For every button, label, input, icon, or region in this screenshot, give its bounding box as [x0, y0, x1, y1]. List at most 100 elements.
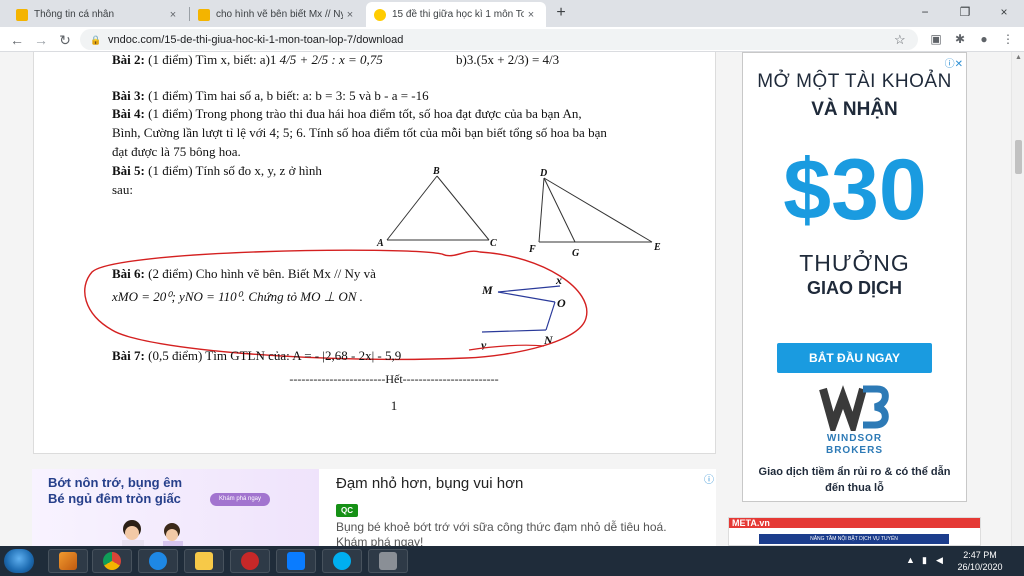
document-page: Bài 2: (1 điểm) Tìm x, biết: a)1 4/5 + 2…: [33, 52, 716, 454]
bai4-text1: (1 điểm) Trong phong trào thi đua hái ho…: [148, 106, 582, 121]
close-tab-icon[interactable]: ×: [343, 9, 357, 21]
battery-icon[interactable]: ▮: [922, 555, 927, 566]
formula-milk-ad[interactable]: Bớt nôn trớ, bụng êm Bé ngủ đêm tròn giấ…: [32, 469, 716, 546]
address-bar[interactable]: 🔒 vndoc.com/15-de-thi-giua-hoc-ki-1-mon-…: [80, 29, 918, 50]
bai2-text: (1 điểm) Tìm x, biết: a)1: [148, 52, 277, 67]
ad-cta-button[interactable]: BẮT ĐẦU NGAY: [777, 343, 932, 373]
bai4-label: Bài 4:: [112, 106, 145, 121]
windsor-brokers-ad[interactable]: ⓘ✕ MỞ MỘT TÀI KHOẢN VÀ NHẬN $30 THƯỞNG G…: [742, 52, 967, 502]
tab-thong-tin-ca-nhan[interactable]: Thông tin cá nhân ×: [8, 2, 188, 27]
bai4-line2: Bình, Cường lần lượt tỉ lệ với 4; 5; 6. …: [112, 125, 607, 140]
end-separator: ------------------------Hết-------------…: [289, 372, 499, 386]
ad-brand-line1: WINDSOR: [826, 433, 883, 444]
banner-line1: Bớt nôn trớ, bụng êm: [48, 475, 183, 490]
start-button[interactable]: [4, 549, 34, 573]
internet-explorer-icon[interactable]: [138, 549, 178, 573]
ad-amount-graphic: $30: [783, 142, 927, 233]
bai5-label: Bài 5:: [112, 163, 145, 178]
children-illustration-icon: [122, 520, 183, 546]
taskbar-clock[interactable]: 2:47 PM 26/10/2020: [955, 549, 1005, 573]
bai7-label: Bài 7:: [112, 348, 145, 363]
bai2-line: Bài 2: (1 điểm) Tìm x, biết: a)1 4/5 + 2…: [112, 52, 559, 68]
minimize-button[interactable]: −: [905, 0, 945, 27]
clock-date: 26/10/2020: [957, 562, 1003, 572]
banner-cta-pill[interactable]: Khám phá ngay: [210, 493, 270, 506]
lock-icon[interactable]: 🔒: [90, 35, 101, 45]
tab-title: cho hình vẽ bên biết Mx // Ny gó: [216, 9, 343, 20]
ad-info-icon[interactable]: ⓘ✕: [945, 55, 963, 70]
close-window-button[interactable]: ×: [984, 0, 1024, 27]
bai2-fraction: 4/5 + 2/5 : x = 0,75: [279, 52, 383, 67]
bai5-line1: Bài 5: (1 điểm) Tính số đo x, y, z ở hìn…: [112, 163, 322, 179]
bai3-label: Bài 3:: [112, 88, 145, 103]
volume-icon[interactable]: ◀: [936, 555, 943, 566]
ad-banner-image[interactable]: Bớt nôn trớ, bụng êm Bé ngủ đêm tròn giấ…: [32, 469, 319, 546]
scroll-thumb[interactable]: [1015, 140, 1022, 174]
reload-button[interactable]: ↻: [56, 31, 74, 49]
ad-brand-line2: BROKERS: [825, 445, 883, 456]
hoc247-favicon-icon: [198, 8, 210, 21]
bookmark-star-icon[interactable]: ☆: [894, 32, 910, 48]
skype-icon[interactable]: [322, 549, 362, 573]
vndoc-favicon-icon: [374, 8, 386, 21]
forward-button[interactable]: →: [32, 31, 50, 49]
bai3-line: Bài 3: (1 điểm) Tìm hai số a, b biết: a:…: [112, 88, 429, 104]
ad-disclaimer: Giao dịch tiềm ẩn rủi ro & có thể dẫn đế…: [758, 466, 951, 494]
label-D: D: [539, 168, 547, 179]
bai7-line: Bài 7: (0,5 điểm) Tìm GTLN của: A = - |2…: [112, 348, 401, 364]
file-explorer-icon[interactable]: [184, 549, 224, 573]
menu-kebab-icon[interactable]: ⋮: [1000, 31, 1016, 47]
label-B: B: [432, 166, 440, 177]
app-gray-icon[interactable]: [368, 549, 408, 573]
close-tab-icon[interactable]: ×: [524, 9, 538, 21]
ad-headline-2: VÀ NHẬN: [811, 99, 898, 120]
close-tab-icon[interactable]: ×: [166, 9, 180, 21]
restore-button[interactable]: ❐: [945, 0, 985, 27]
new-tab-button[interactable]: +: [552, 4, 570, 22]
back-button[interactable]: ←: [8, 31, 26, 49]
bai2-b: b)3.(5x + 2/3) = 4/3: [456, 52, 560, 67]
emblem-icon[interactable]: [230, 549, 270, 573]
bai7-text: (0,5 điểm) Tìm GTLN của: A = - |2,68 - 2…: [148, 348, 402, 363]
ad-title[interactable]: Đạm nhỏ hơn, bụng vui hơn: [336, 475, 523, 492]
browser-toolbar: ← → ↻ 🔒 vndoc.com/15-de-thi-giua-hoc-ki-…: [0, 27, 1024, 52]
ad-reward-1: THƯỞNG: [799, 250, 910, 276]
page-viewport: Bài 2: (1 điểm) Tìm x, biết: a)1 4/5 + 2…: [0, 52, 1024, 546]
meta-strip: NÂNG TẦM NỘI BẬT DỊCH VỤ TUYỂN: [759, 534, 949, 544]
extensions-puzzle-icon[interactable]: ✱: [952, 31, 968, 47]
tab-strip: Thông tin cá nhân × cho hình vẽ bên biết…: [0, 0, 1024, 27]
url-text[interactable]: vndoc.com/15-de-thi-giua-hoc-ki-1-mon-to…: [108, 34, 894, 46]
tab-cho-hinh-ve[interactable]: cho hình vẽ bên biết Mx // Ny gó ×: [190, 2, 365, 27]
ad-description: Bụng bé khoẻ bớt trớ với sữa công thức đ…: [336, 520, 667, 546]
bai5-line2: sau:: [112, 182, 133, 197]
tab-title: 15 đề thi giữa học kì 1 môn Toán: [392, 9, 524, 20]
extension-icon[interactable]: ▣: [928, 31, 944, 47]
zalo-icon[interactable]: [276, 549, 316, 573]
meta-logo: META.vn: [732, 518, 770, 528]
profile-avatar-icon[interactable]: ●: [976, 31, 992, 47]
meta-vn-ad[interactable]: META.vn NÂNG TẦM NỘI BẬT DỊCH VỤ TUYỂN: [728, 517, 981, 546]
ad-info-icon[interactable]: ⓘ: [704, 471, 714, 486]
page-scrollbar[interactable]: ▲: [1011, 52, 1024, 546]
windows-taskbar: ▲ ▮ ◀ 2:47 PM 26/10/2020: [0, 546, 1024, 576]
bai3-text: (1 điểm) Tìm hai số a, b biết: a: b = 3:…: [148, 88, 429, 103]
bai4-line1: Bài 4: (1 điểm) Trong phong trào thi đua…: [112, 106, 582, 122]
ad-reward-2: GIAO DỊCH: [806, 278, 902, 298]
media-player-icon[interactable]: [48, 549, 88, 573]
bai5-text: (1 điểm) Tính số đo x, y, z ở hình: [148, 163, 322, 178]
windsor-logo-icon: [819, 385, 889, 431]
banner-line2: Bé ngủ đêm tròn giấc: [48, 491, 181, 506]
tab-15-de-thi[interactable]: 15 đề thi giữa học kì 1 môn Toán ×: [366, 2, 546, 27]
scroll-up-arrow-icon[interactable]: ▲: [1012, 52, 1024, 64]
red-annotation-loop: [84, 249, 588, 361]
tray-expand-icon[interactable]: ▲: [906, 555, 915, 565]
ad-headline-1: MỞ MỘT TÀI KHOẢN: [757, 71, 952, 92]
ad-qc-badge: QC: [336, 504, 358, 517]
tab-title: Thông tin cá nhân: [34, 9, 115, 20]
chrome-icon[interactable]: [92, 549, 132, 573]
hoc247-favicon-icon: [16, 8, 28, 21]
bai2-label: Bài 2:: [112, 52, 145, 67]
bai4-line3: đạt được là 75 bông hoa.: [112, 144, 241, 159]
clock-time: 2:47 PM: [963, 550, 997, 560]
ad-amount: $30: [783, 142, 927, 233]
